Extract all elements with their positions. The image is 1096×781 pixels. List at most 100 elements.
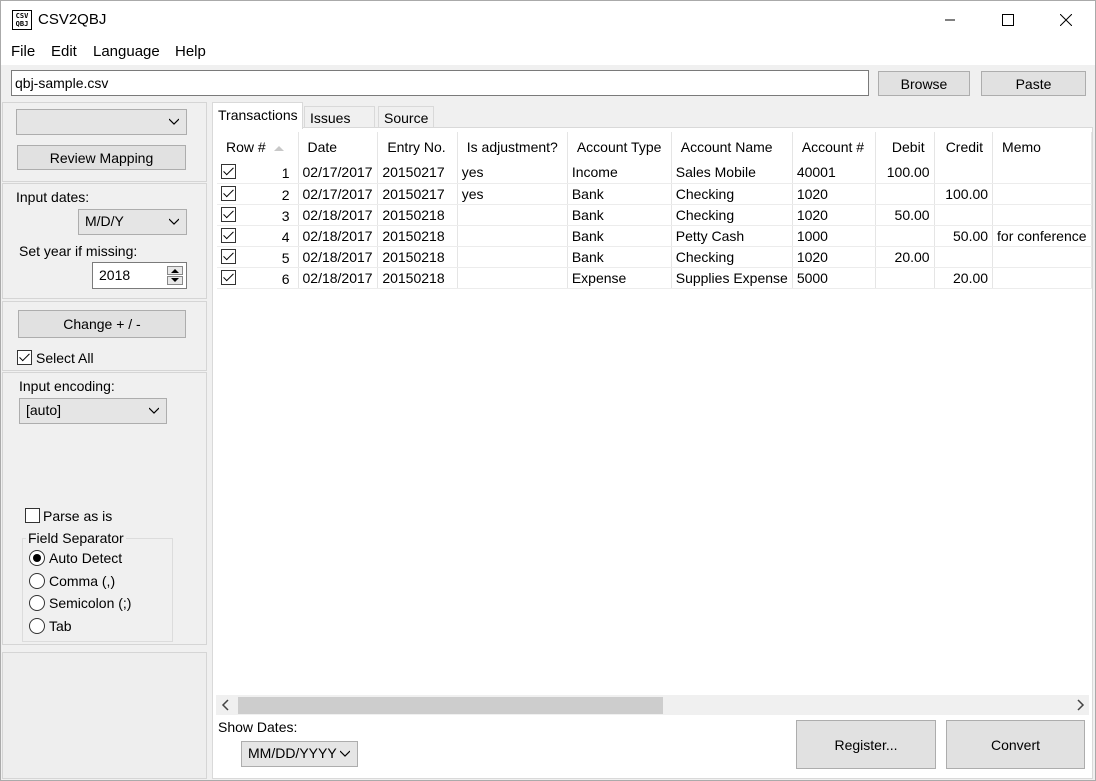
- table-row[interactable]: 4 02/18/2017 20150218 Bank Petty Cash 10…: [217, 225, 1092, 247]
- account-type-cell[interactable]: Expense: [567, 267, 672, 289]
- account-name-cell[interactable]: Checking: [671, 183, 793, 205]
- account-type-cell[interactable]: Bank: [567, 225, 672, 247]
- scrollbar-thumb[interactable]: [238, 697, 663, 714]
- adjustment-cell[interactable]: yes: [457, 183, 568, 205]
- col-header-date[interactable]: Date: [298, 132, 379, 162]
- adjustment-cell[interactable]: [457, 204, 568, 226]
- encoding-combo[interactable]: [auto]: [19, 398, 167, 424]
- separator-radio-comma[interactable]: [29, 573, 45, 589]
- account-name-cell[interactable]: Sales Mobile: [671, 162, 793, 184]
- year-up-button[interactable]: [167, 266, 183, 275]
- entry-cell[interactable]: 20150218: [377, 225, 458, 247]
- menu-file[interactable]: File: [11, 43, 35, 60]
- row-cell[interactable]: 5: [217, 246, 299, 268]
- entry-cell[interactable]: 20150218: [377, 267, 458, 289]
- debit-cell[interactable]: [875, 225, 935, 247]
- account-num-cell[interactable]: 5000: [792, 267, 877, 289]
- date-cell[interactable]: 02/18/2017: [298, 267, 379, 289]
- tab-source[interactable]: Source: [378, 106, 434, 129]
- credit-cell[interactable]: [934, 204, 994, 226]
- table-row[interactable]: 2 02/17/2017 20150217 yes Bank Checking …: [217, 183, 1092, 205]
- col-header-debit[interactable]: Debit: [875, 132, 935, 162]
- horizontal-scrollbar[interactable]: [216, 695, 1089, 715]
- menu-edit[interactable]: Edit: [51, 43, 77, 60]
- account-type-cell[interactable]: Income: [567, 162, 672, 184]
- col-header-account-type[interactable]: Account Type: [567, 132, 672, 162]
- debit-cell[interactable]: 50.00: [875, 204, 935, 226]
- credit-cell[interactable]: [934, 246, 994, 268]
- select-all-label[interactable]: Select All: [36, 350, 94, 366]
- row-checkbox[interactable]: [221, 185, 236, 201]
- row-checkbox[interactable]: [221, 248, 236, 264]
- date-cell[interactable]: 02/18/2017: [298, 246, 379, 268]
- scroll-left-icon[interactable]: [220, 699, 232, 711]
- account-num-cell[interactable]: 1000: [792, 225, 877, 247]
- row-checkbox[interactable]: [221, 269, 236, 285]
- show-dates-combo[interactable]: MM/DD/YYYY: [241, 741, 358, 767]
- date-cell[interactable]: 02/18/2017: [298, 225, 379, 247]
- parse-as-is-checkbox[interactable]: [25, 508, 40, 523]
- close-button[interactable]: [1037, 1, 1095, 39]
- separator-label-semicolon[interactable]: Semicolon (;): [49, 595, 131, 611]
- account-name-cell[interactable]: Petty Cash: [671, 225, 793, 247]
- col-header-account-num[interactable]: Account #: [792, 132, 877, 162]
- memo-cell[interactable]: for conference: [992, 225, 1092, 247]
- scroll-right-icon[interactable]: [1074, 699, 1086, 711]
- credit-cell[interactable]: 100.00: [934, 183, 994, 205]
- debit-cell[interactable]: 100.00: [875, 162, 935, 184]
- separator-label-comma[interactable]: Comma (,): [49, 573, 115, 589]
- separator-radio-tab[interactable]: [29, 618, 45, 634]
- adjustment-cell[interactable]: [457, 225, 568, 247]
- minimize-button[interactable]: [921, 1, 979, 39]
- account-num-cell[interactable]: 1020: [792, 204, 877, 226]
- mapping-combo[interactable]: [16, 109, 187, 135]
- memo-cell[interactable]: [992, 204, 1092, 226]
- review-mapping-button[interactable]: Review Mapping: [17, 145, 186, 170]
- entry-cell[interactable]: 20150217: [377, 183, 458, 205]
- memo-cell[interactable]: [992, 183, 1092, 205]
- adjustment-cell[interactable]: [457, 267, 568, 289]
- row-cell[interactable]: 4: [217, 225, 299, 247]
- col-header-is-adjustment[interactable]: Is adjustment?: [457, 132, 568, 162]
- date-cell[interactable]: 02/17/2017: [298, 162, 379, 184]
- row-cell[interactable]: 6: [217, 267, 299, 289]
- col-header-account-name[interactable]: Account Name: [671, 132, 793, 162]
- account-num-cell[interactable]: 1020: [792, 246, 877, 268]
- account-num-cell[interactable]: 1020: [792, 183, 877, 205]
- adjustment-cell[interactable]: yes: [457, 162, 568, 184]
- account-type-cell[interactable]: Bank: [567, 246, 672, 268]
- credit-cell[interactable]: 20.00: [934, 267, 994, 289]
- debit-cell[interactable]: 20.00: [875, 246, 935, 268]
- row-cell[interactable]: 1: [217, 162, 299, 184]
- account-type-cell[interactable]: Bank: [567, 183, 672, 205]
- memo-cell[interactable]: [992, 267, 1092, 289]
- tab-issues[interactable]: Issues (0): [304, 106, 375, 142]
- table-row[interactable]: 1 02/17/2017 20150217 yes Income Sales M…: [217, 162, 1092, 184]
- credit-cell[interactable]: [934, 162, 994, 184]
- year-down-button[interactable]: [167, 276, 183, 285]
- row-checkbox[interactable]: [221, 227, 236, 243]
- separator-label-tab[interactable]: Tab: [49, 618, 72, 634]
- col-header-credit[interactable]: Credit: [934, 132, 994, 162]
- row-checkbox[interactable]: [221, 206, 236, 222]
- select-all-checkbox[interactable]: [17, 350, 32, 365]
- memo-cell[interactable]: [992, 246, 1092, 268]
- adjustment-cell[interactable]: [457, 246, 568, 268]
- account-name-cell[interactable]: Checking: [671, 246, 793, 268]
- col-header-entry-no[interactable]: Entry No.: [377, 132, 458, 162]
- parse-as-is-label[interactable]: Parse as is: [43, 508, 112, 524]
- separator-radio-semicolon[interactable]: [29, 595, 45, 611]
- credit-cell[interactable]: 50.00: [934, 225, 994, 247]
- col-header-memo[interactable]: Memo: [992, 132, 1092, 162]
- separator-radio-auto[interactable]: [29, 550, 45, 566]
- maximize-button[interactable]: [979, 1, 1037, 39]
- table-row[interactable]: 6 02/18/2017 20150218 Expense Supplies E…: [217, 267, 1092, 289]
- debit-cell[interactable]: [875, 183, 935, 205]
- date-cell[interactable]: 02/18/2017: [298, 204, 379, 226]
- paste-button[interactable]: Paste: [981, 71, 1086, 96]
- row-cell[interactable]: 2: [217, 183, 299, 205]
- entry-cell[interactable]: 20150218: [377, 246, 458, 268]
- account-num-cell[interactable]: 40001: [792, 162, 877, 184]
- menu-language[interactable]: Language: [93, 43, 160, 60]
- debit-cell[interactable]: [875, 267, 935, 289]
